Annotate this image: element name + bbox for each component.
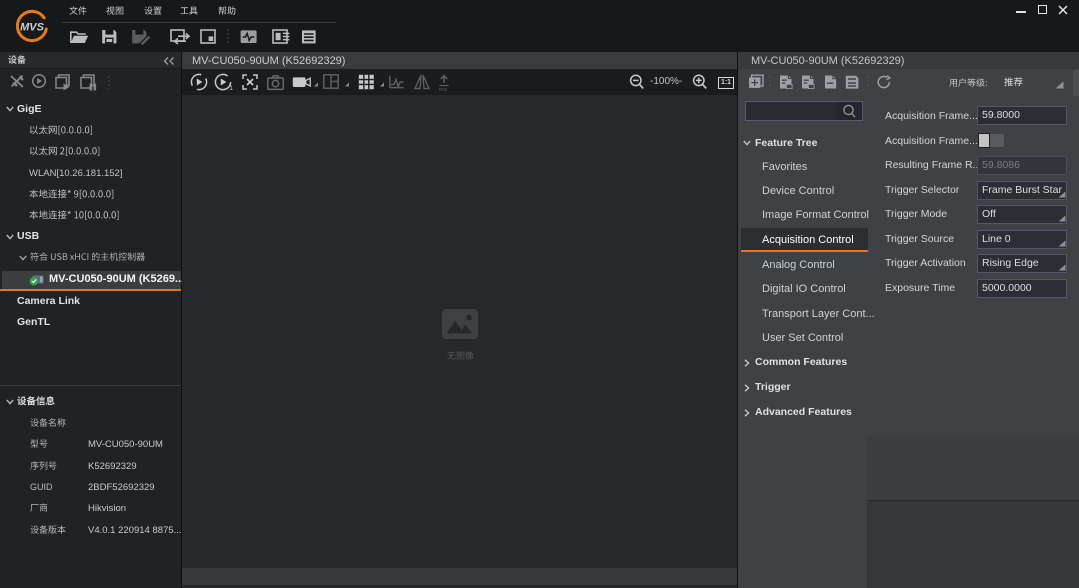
svg-text:MVS: MVS (20, 22, 45, 34)
svg-text:1: 1 (229, 85, 233, 92)
svg-text:ROI: ROI (439, 87, 447, 92)
